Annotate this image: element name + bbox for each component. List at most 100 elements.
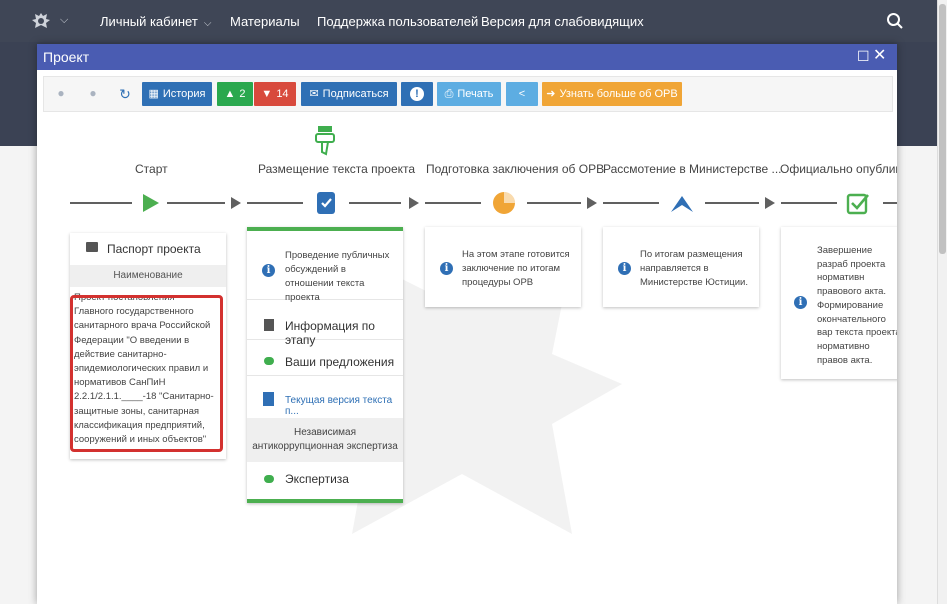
comment-icon	[264, 475, 274, 483]
modal-header: Проект ☐ ✕	[37, 44, 897, 70]
calendar-icon: ▦	[148, 88, 159, 100]
print-button[interactable]: ⎙ Печать	[437, 82, 501, 106]
anticorruption-header-label: Независимая антикоррупционная экспертиза	[252, 427, 398, 452]
flag-icon[interactable]	[669, 190, 695, 216]
timeline-line	[349, 202, 401, 204]
timeline-line	[167, 202, 225, 204]
learn-more-orv-button[interactable]: ➜ Узнать больше об ОРВ	[542, 82, 682, 106]
pointing-hand-icon	[315, 126, 335, 156]
comment-icon	[264, 357, 274, 365]
highlight-box	[70, 295, 223, 452]
timeline-arrow-icon	[587, 197, 597, 209]
dislike-button[interactable]: ▼ 14	[254, 82, 296, 106]
search-icon[interactable]	[886, 12, 904, 30]
refresh-icon[interactable]: ↻	[118, 86, 132, 102]
info-icon: i	[618, 262, 631, 275]
pie-chart-icon[interactable]	[491, 190, 517, 216]
like-button[interactable]: ▲ 2	[217, 82, 253, 106]
forward-icon[interactable]: ●	[86, 86, 100, 100]
stage-description-block: i Проведение публичных обсуждений в отно…	[247, 231, 403, 303]
share-icon: <	[518, 88, 526, 100]
stage-label-start: Старт	[135, 162, 168, 176]
stage-info-label: Информация по этапу	[285, 319, 375, 347]
alert-button[interactable]: !	[401, 82, 433, 106]
orv-description: На этом этапе готовится заключение по ит…	[462, 249, 570, 288]
timeline-line	[883, 202, 897, 204]
nav-accessibility-version[interactable]: Версия для слабовидящих	[481, 14, 644, 29]
history-button-label: История	[162, 88, 206, 100]
thumbs-up-icon: ▲	[224, 88, 236, 100]
learn-more-orv-button-label: Узнать больше об ОРВ	[559, 88, 678, 100]
card-bottom-accent	[247, 499, 403, 503]
ministry-description: По итогам размещения направляется в Мини…	[640, 249, 748, 288]
published-description: Завершение разраб проекта нормативн прав…	[817, 245, 897, 366]
scrollbar-thumb[interactable]	[939, 4, 946, 254]
timeline-line	[527, 202, 581, 204]
nav-personal-account[interactable]: Личный кабинет ⌵	[100, 14, 211, 29]
info-icon: i	[262, 264, 275, 277]
sign-in-icon: ➜	[546, 88, 556, 100]
stage-label-published: Официально опубликов	[780, 162, 897, 176]
chevron-down-icon: ⌵	[203, 18, 212, 29]
timeline-arrow-icon	[409, 197, 419, 209]
stage-description: Проведение публичных обсуждений в отноше…	[285, 250, 390, 303]
current-version-row[interactable]: Текущая версия текста п...	[247, 383, 403, 417]
info-icon: i	[794, 296, 807, 309]
expertise-label: Экспертиза	[285, 472, 349, 486]
top-nav-bar: ⌵ Личный кабинет ⌵ Материалы Поддержка по…	[0, 0, 937, 42]
your-proposals-row[interactable]: Ваши предложения	[247, 347, 403, 376]
timeline-line	[425, 202, 481, 204]
modal-toolbar: ● ● ↻ ▦ История ▲ 2 ▼ 14 ✉ Подписаться ! ⎙ Пе…	[43, 76, 893, 112]
timeline-line	[781, 202, 837, 204]
subscribe-button[interactable]: ✉ Подписаться	[301, 82, 397, 106]
history-button[interactable]: ▦ История	[142, 82, 212, 106]
current-version-link[interactable]: Текущая версия текста п...	[285, 395, 403, 417]
timeline-arrow-icon	[765, 197, 775, 209]
nav-user-support[interactable]: Поддержка пользователей	[317, 14, 478, 29]
exclamation-icon: !	[410, 87, 424, 101]
timeline-arrow-icon	[231, 197, 241, 209]
stage-label-orv-conclusion: Подготовка заключения об ОРВ	[426, 162, 605, 176]
back-icon[interactable]: ●	[54, 86, 68, 100]
dislike-count: 14	[276, 88, 289, 100]
timeline-line	[705, 202, 759, 204]
stage-info-row[interactable]: Информация по этапу	[247, 311, 403, 347]
stage-label-ministry-review: Рассмотение в Министерстве ...	[603, 162, 782, 176]
stage-label-text-placement: Размещение текста проекта	[258, 162, 416, 176]
chevron-down-icon[interactable]: ⌵	[60, 14, 68, 27]
briefcase-icon	[86, 242, 98, 252]
subscribe-button-label: Подписаться	[322, 88, 389, 100]
checkbox-icon[interactable]	[313, 190, 339, 216]
document-icon	[264, 319, 274, 331]
name-header-label: Наименование	[113, 270, 183, 281]
published-stage-card: i Завершение разраб проекта нормативн пр…	[781, 227, 897, 379]
timeline-line	[603, 202, 659, 204]
anticorruption-header: Независимая антикоррупционная экспертиза	[247, 418, 403, 462]
text-placement-stage-card: i Проведение публичных обсуждений в отно…	[247, 227, 403, 503]
page-scrollbar[interactable]	[937, 0, 947, 604]
timeline-line	[247, 202, 303, 204]
subscribe-icon: ✉	[309, 88, 319, 100]
check-square-icon[interactable]	[845, 190, 871, 216]
nav-materials[interactable]: Материалы	[230, 14, 300, 29]
close-icon[interactable]: ✕	[873, 48, 886, 64]
coat-of-arms-icon[interactable]	[30, 10, 52, 32]
nav-personal-account-label: Личный кабинет	[100, 14, 198, 29]
maximize-icon[interactable]: ☐	[857, 48, 870, 64]
modal-title: Проект	[43, 49, 90, 65]
print-button-label: Печать	[457, 88, 494, 100]
timeline-line	[70, 202, 132, 204]
project-modal: Проект ☐ ✕ ● ● ↻ ▦ История ▲ 2 ▼ 14 ✉ Подпис…	[37, 44, 897, 604]
thumbs-down-icon: ▼	[261, 88, 273, 100]
printer-icon: ⎙	[444, 88, 454, 100]
ministry-review-stage-card: i По итогам размещения направляется в Ми…	[603, 227, 759, 307]
like-count: 2	[239, 88, 246, 100]
info-icon: i	[440, 262, 453, 275]
passport-label: Паспорт проекта	[107, 242, 201, 256]
expertise-row[interactable]: Экспертиза	[247, 463, 403, 495]
file-text-icon	[263, 392, 274, 406]
share-button[interactable]: <	[506, 82, 538, 106]
orv-conclusion-stage-card: i На этом этапе готовится заключение по …	[425, 227, 581, 307]
passport-row[interactable]: Паспорт проекта	[70, 233, 226, 266]
play-icon[interactable]	[137, 190, 163, 216]
